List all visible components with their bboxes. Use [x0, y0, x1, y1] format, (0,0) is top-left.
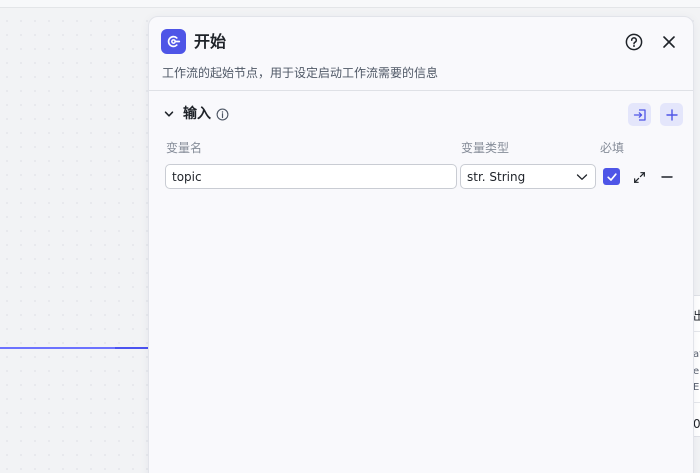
- inputs-section-title: 输入: [183, 106, 211, 122]
- peek-node-title: 出: [693, 307, 700, 324]
- add-variable-button[interactable]: [660, 103, 683, 126]
- minus-icon[interactable]: [659, 169, 675, 185]
- column-header-variable-type: 变量类型: [461, 141, 510, 155]
- start-node-settings-panel: 开始 工作流的起始节点，用于设定启动工作流需要的信息 输入 变量名 变量类型 必…: [148, 16, 694, 473]
- peek-node-text: at: [693, 349, 700, 360]
- panel-description: 工作流的起始节点，用于设定启动工作流需要的信息: [162, 66, 439, 80]
- info-icon[interactable]: [215, 107, 229, 121]
- import-icon: [633, 108, 646, 121]
- expand-icon[interactable]: [631, 169, 647, 185]
- import-variables-button[interactable]: [628, 103, 651, 126]
- required-checkbox[interactable]: [603, 168, 620, 185]
- workflow-edge-selected[interactable]: [115, 347, 150, 349]
- header-divider: [149, 90, 693, 91]
- start-node-icon: [161, 29, 186, 54]
- panel-title: 开始: [194, 32, 227, 51]
- column-header-required: 必填: [600, 141, 625, 155]
- panel-header: 开始 工作流的起始节点，用于设定启动工作流需要的信息: [149, 17, 693, 91]
- plus-icon: [665, 108, 678, 121]
- variable-name-input[interactable]: [165, 164, 457, 189]
- canvas-top-bar: [0, 0, 700, 8]
- peek-node-text: 0: [693, 417, 700, 431]
- checkmark-icon: [606, 172, 617, 181]
- chevron-down-icon[interactable]: [162, 107, 176, 121]
- chevron-down-icon: [575, 170, 589, 184]
- close-icon[interactable]: [659, 32, 679, 52]
- column-header-variable-name: 变量名: [166, 141, 203, 155]
- question-circle-icon[interactable]: [624, 32, 644, 52]
- variable-type-select[interactable]: str. String: [460, 164, 596, 189]
- variable-type-value: str. String: [467, 169, 526, 184]
